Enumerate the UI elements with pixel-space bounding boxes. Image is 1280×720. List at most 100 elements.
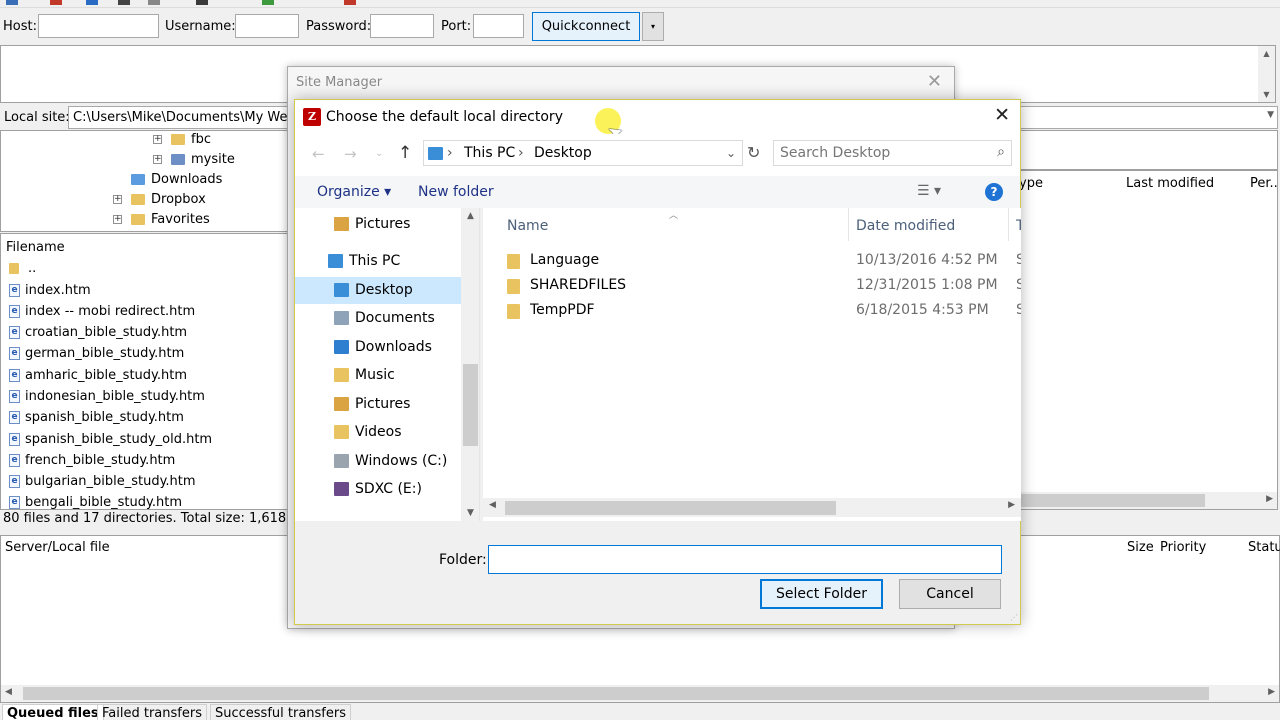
status-column-header[interactable]: Statu (1248, 540, 1280, 555)
new-folder-button[interactable]: New folder (418, 184, 494, 200)
file-row[interactable]: e croatian_bible_study.htm (9, 325, 187, 340)
folder-row[interactable]: Language 10/13/2016 4:52 PM S (483, 249, 1021, 274)
scroll-down-icon[interactable]: ▼ (461, 508, 479, 518)
scroll-right-icon[interactable]: ▶ (1268, 687, 1275, 697)
nav-item-this-pc[interactable]: This PC (295, 248, 461, 275)
scroll-thumb[interactable] (23, 687, 1209, 700)
message-log-scrollbar[interactable]: ▲ ▼ (1258, 46, 1275, 102)
tab-queued-files[interactable]: Queued files (2, 704, 104, 720)
search-input[interactable] (780, 144, 980, 162)
resize-grip-icon[interactable]: ⋰ (1010, 613, 1018, 622)
file-row[interactable]: .. (9, 261, 36, 276)
toolbar-icon[interactable] (262, 0, 274, 5)
toolbar-icon[interactable] (344, 0, 356, 5)
file-row[interactable]: e spanish_bible_study_old.htm (9, 432, 212, 447)
quickconnect-button[interactable]: Quickconnect (532, 12, 640, 41)
scroll-up-icon[interactable]: ▲ (461, 211, 479, 221)
expand-icon[interactable]: + (153, 155, 162, 164)
close-icon[interactable]: ✕ (994, 104, 1010, 126)
remote-site-input[interactable]: ▼ (1020, 106, 1278, 129)
column-divider[interactable] (1008, 208, 1009, 241)
navigation-scrollbar[interactable]: ▲ ▼ (461, 208, 479, 521)
local-site-input[interactable]: C:\Users\Mike\Documents\My We (68, 106, 290, 129)
type-column-header[interactable]: ype (1021, 176, 1043, 191)
search-icon[interactable]: ⌕ (997, 144, 1005, 160)
help-icon[interactable]: ? (985, 183, 1003, 201)
search-icon[interactable] (118, 0, 130, 5)
scroll-thumb[interactable] (505, 501, 836, 515)
toolbar-icon[interactable] (86, 0, 98, 5)
scroll-down-icon[interactable]: ▼ (1258, 90, 1275, 99)
name-column-header[interactable]: Name (507, 218, 548, 234)
breadcrumb-desktop[interactable]: Desktop (534, 145, 592, 161)
nav-item-documents[interactable]: Documents (295, 305, 461, 332)
tree-item-favorites[interactable]: + Favorites (113, 212, 210, 227)
file-row[interactable]: e index -- mobi redirect.htm (9, 304, 195, 319)
chevron-down-icon[interactable]: ▼ (1267, 110, 1274, 120)
permissions-column-header[interactable]: Per... (1250, 176, 1277, 191)
username-input[interactable] (235, 14, 299, 38)
host-input[interactable] (38, 14, 159, 38)
file-row[interactable]: e bulgarian_bible_study.htm (9, 474, 196, 489)
toolbar-icon[interactable] (50, 0, 62, 5)
priority-column-header[interactable]: Priority (1160, 540, 1206, 555)
nav-item-downloads[interactable]: Downloads (295, 334, 461, 361)
search-box[interactable]: ⌕ (773, 140, 1012, 166)
scroll-left-icon[interactable]: ◀ (5, 687, 12, 697)
date-modified-column-header[interactable]: Date modified (856, 218, 955, 234)
dialog-titlebar[interactable]: Z Choose the default local directory ➤ ✕ (295, 100, 1020, 145)
nav-item-music[interactable]: Music (295, 362, 461, 389)
toolbar-icon[interactable] (148, 0, 160, 5)
nav-item-windows-c[interactable]: Windows (C:) (295, 448, 461, 475)
folder-row[interactable]: SHAREDFILES 12/31/2015 1:08 PM S (483, 274, 1021, 299)
scroll-thumb[interactable] (1021, 494, 1205, 507)
size-column-header[interactable]: Size (1127, 540, 1154, 555)
breadcrumb-this-pc[interactable]: This PC (464, 145, 515, 161)
port-input[interactable] (473, 14, 524, 38)
scroll-thumb[interactable] (463, 364, 478, 446)
expand-icon[interactable]: + (153, 135, 162, 144)
file-row[interactable]: e bengali_bible_study.htm (9, 495, 182, 509)
queue-horizontal-scrollbar[interactable]: ◀ ▶ (1, 685, 1279, 702)
tree-item-fbc[interactable]: + fbc (153, 132, 211, 147)
tree-item-downloads[interactable]: Downloads (131, 172, 222, 187)
cancel-button[interactable]: Cancel (899, 579, 1001, 609)
refresh-icon[interactable]: ↻ (747, 143, 760, 162)
tree-item-mysite[interactable]: + mysite (153, 152, 235, 167)
tab-successful-transfers[interactable]: Successful transfers (210, 704, 352, 720)
expand-icon[interactable]: + (113, 195, 122, 204)
nav-item-pictures[interactable]: Pictures (295, 211, 461, 238)
forward-arrow-icon[interactable]: → (344, 145, 357, 163)
password-input[interactable] (370, 14, 434, 38)
address-bar[interactable]: › This PC › Desktop ⌄ (423, 140, 743, 166)
file-row[interactable]: e german_bible_study.htm (9, 346, 184, 361)
nav-item-pictures[interactable]: Pictures (295, 391, 461, 418)
scroll-right-icon[interactable]: ▶ (1008, 500, 1015, 510)
recent-locations-icon[interactable]: ⌄ (375, 148, 383, 159)
select-folder-button[interactable]: Select Folder (760, 579, 883, 609)
tab-failed-transfers[interactable]: Failed transfers (97, 704, 207, 720)
remote-horizontal-scrollbar[interactable]: ▶ (1021, 492, 1277, 509)
scroll-left-icon[interactable]: ◀ (489, 500, 496, 510)
server-local-file-column-header[interactable]: Server/Local file (5, 540, 110, 555)
close-icon[interactable]: ✕ (927, 71, 942, 92)
content-horizontal-scrollbar[interactable]: ◀ ▶ (483, 498, 1021, 517)
folder-row[interactable]: TempPDF 6/18/2015 4:53 PM S (483, 299, 1021, 324)
scroll-up-icon[interactable]: ▲ (1258, 49, 1275, 58)
up-arrow-icon[interactable]: ↑ (398, 143, 412, 163)
type-column-header[interactable]: T (1016, 218, 1021, 234)
chevron-down-icon[interactable]: ⌄ (726, 146, 736, 160)
scroll-right-icon[interactable]: ▶ (1266, 494, 1273, 504)
file-row[interactable]: e indonesian_bible_study.htm (9, 389, 205, 404)
column-divider[interactable] (848, 208, 849, 241)
site-manager-icon[interactable] (6, 0, 18, 5)
filename-column-header[interactable]: Filename (6, 240, 65, 255)
nav-item-videos[interactable]: Videos (295, 419, 461, 446)
expand-icon[interactable]: + (113, 215, 122, 224)
file-row[interactable]: e index.htm (9, 283, 91, 298)
last-modified-column-header[interactable]: Last modified (1126, 176, 1214, 191)
tree-item-dropbox[interactable]: + Dropbox (113, 192, 206, 207)
view-options-icon[interactable]: ☰ ▾ (917, 183, 941, 199)
file-row[interactable]: e amharic_bible_study.htm (9, 368, 187, 383)
organize-button[interactable]: Organize ▾ (317, 184, 391, 200)
